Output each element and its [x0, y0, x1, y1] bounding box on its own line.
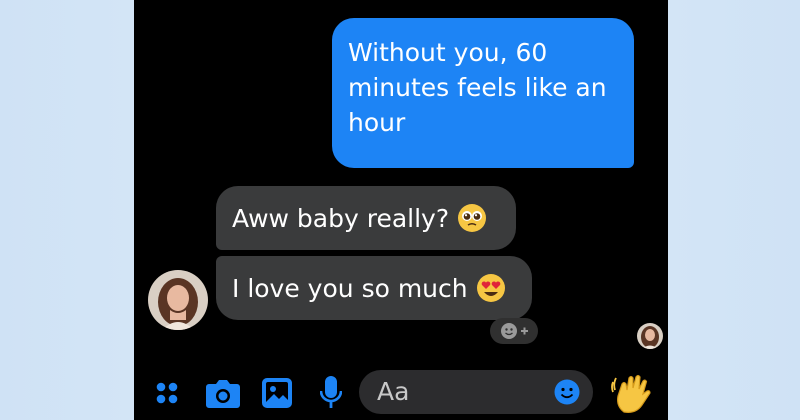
received-message-bubble[interactable]: Aww baby really?	[216, 186, 516, 250]
heart-eyes-emoji-icon	[476, 274, 505, 302]
received-message-bubble[interactable]: I love you so much	[216, 256, 532, 320]
contact-avatar[interactable]	[148, 270, 208, 330]
message-text: Aww baby really?	[232, 203, 450, 233]
waving-hand-icon[interactable]	[610, 372, 654, 416]
message-text: I love you so much	[232, 273, 468, 303]
message-input-placeholder: Aa	[377, 377, 410, 406]
gallery-icon[interactable]	[262, 378, 292, 408]
add-reaction-button[interactable]	[490, 318, 538, 344]
microphone-icon[interactable]	[320, 376, 342, 410]
messenger-chat-screen: Without you, 60 minutes feels like an ho…	[134, 0, 668, 420]
message-composer: Aa	[134, 366, 668, 420]
message-text: Without you, 60 minutes feels like an ho…	[348, 38, 607, 137]
sent-message-bubble[interactable]: Without you, 60 minutes feels like an ho…	[332, 18, 634, 168]
apps-icon[interactable]	[154, 380, 180, 406]
pleading-face-emoji-icon	[458, 204, 487, 232]
seen-by-avatar	[637, 323, 663, 349]
emoji-icon[interactable]	[554, 379, 580, 405]
camera-icon[interactable]	[206, 380, 240, 408]
